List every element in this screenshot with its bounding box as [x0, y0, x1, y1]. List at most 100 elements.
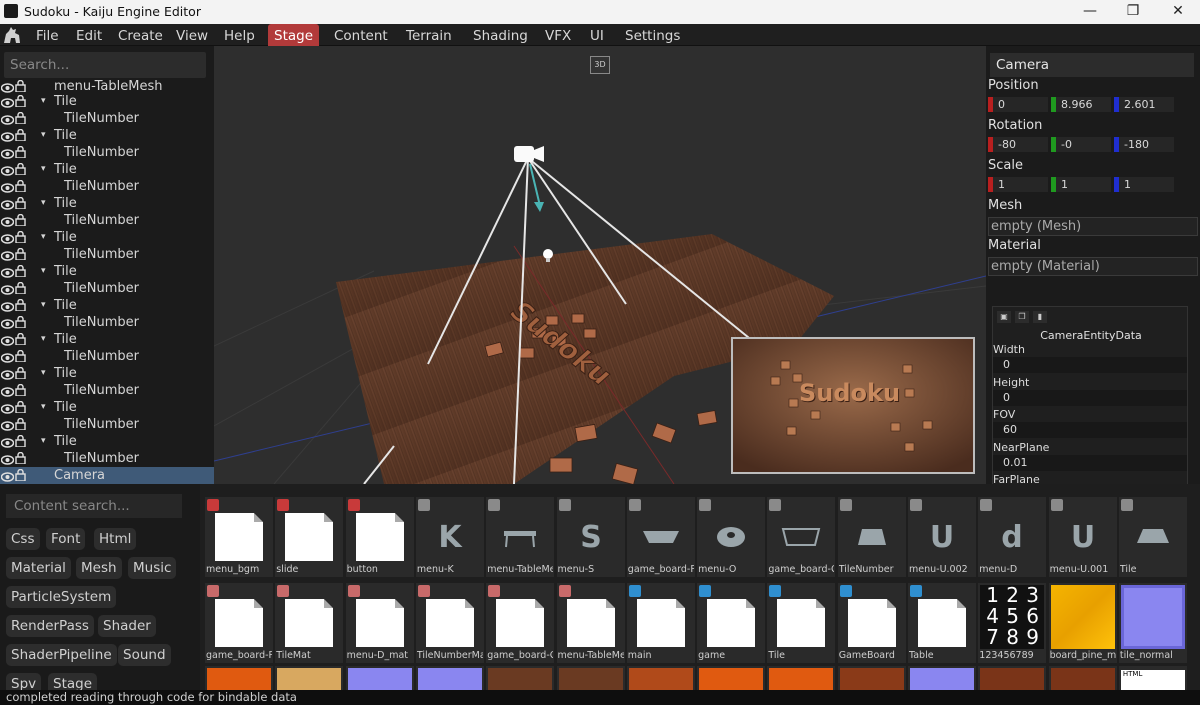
tag-shader[interactable]: Shader [98, 615, 156, 637]
asset-tile[interactable]: menu-O [697, 497, 766, 577]
asset-tile[interactable]: button [345, 497, 414, 577]
lock-icon[interactable] [15, 230, 26, 244]
field-value-height[interactable]: 0 [993, 389, 1187, 406]
asset-tile[interactable]: Tile [767, 583, 836, 663]
asset-tile[interactable] [275, 666, 344, 690]
eye-icon[interactable] [0, 215, 15, 227]
position-x-field[interactable]: 0 [988, 97, 1048, 112]
hierarchy-item[interactable]: ▾ Tile [0, 331, 214, 348]
maximize-button[interactable]: ❐ [1113, 0, 1153, 24]
field-value-width[interactable]: 0 [993, 357, 1187, 373]
tag-music[interactable]: Music [128, 557, 177, 579]
expand-arrow-icon[interactable]: ▾ [41, 297, 46, 314]
asset-tile[interactable] [205, 666, 273, 690]
asset-tile[interactable]: slide [275, 497, 344, 577]
hierarchy-item[interactable]: ▾ Tile [0, 297, 214, 314]
menu-item-stage[interactable]: Stage [268, 24, 320, 46]
lock-icon[interactable] [15, 400, 26, 414]
tag-font[interactable]: Font [46, 528, 86, 550]
hierarchy-item[interactable]: TileNumber [0, 110, 214, 127]
lock-icon[interactable] [15, 179, 26, 193]
menu-item-create[interactable]: Create [112, 24, 169, 46]
tag-sound[interactable]: Sound [118, 644, 171, 666]
expand-arrow-icon[interactable]: ▾ [41, 263, 46, 280]
hierarchy-item[interactable]: TileNumber [0, 416, 214, 433]
expand-arrow-icon[interactable]: ▾ [41, 161, 46, 178]
expand-arrow-icon[interactable]: ▾ [41, 93, 46, 110]
tag-spv[interactable]: Spv [6, 673, 42, 690]
hierarchy-item[interactable]: ▾ Tile [0, 433, 214, 450]
rotation-y-field[interactable]: -0 [1051, 137, 1111, 152]
asset-tile[interactable]: tile_normal [1118, 583, 1187, 663]
asset-tile[interactable] [978, 666, 1047, 690]
menu-item-ui[interactable]: UI [584, 24, 610, 46]
eye-icon[interactable] [0, 453, 15, 465]
hierarchy-item[interactable]: ▾ Tile [0, 263, 214, 280]
eye-icon[interactable] [0, 385, 15, 397]
expand-arrow-icon[interactable]: ▾ [41, 229, 46, 246]
asset-tile[interactable] [415, 666, 484, 690]
eye-icon[interactable] [0, 470, 15, 482]
asset-tile[interactable]: game_board-Cu [767, 497, 836, 577]
expand-arrow-icon[interactable]: ▾ [41, 127, 46, 144]
expand-arrow-icon[interactable]: ▾ [41, 195, 46, 212]
eye-icon[interactable] [0, 368, 15, 380]
asset-tile[interactable] [1048, 666, 1117, 690]
asset-tile[interactable]: menu-D_mat [345, 583, 414, 663]
eye-icon[interactable] [0, 300, 15, 312]
hierarchy-item[interactable]: ▾ Tile [0, 127, 214, 144]
field-value-nearplane[interactable]: 0.01 [993, 454, 1187, 471]
lock-icon[interactable] [15, 79, 26, 93]
eye-icon[interactable] [0, 283, 15, 295]
expand-arrow-icon[interactable]: ▾ [41, 365, 46, 382]
hierarchy-item[interactable]: ▾ Tile [0, 399, 214, 416]
hierarchy-item[interactable]: TileNumber [0, 314, 214, 331]
asset-tile[interactable]: Tile [1118, 497, 1187, 577]
menu-item-vfx[interactable]: VFX [539, 24, 577, 46]
hierarchy-item[interactable]: TileNumber [0, 382, 214, 399]
menu-item-edit[interactable]: Edit [70, 24, 108, 46]
lock-icon[interactable] [15, 298, 26, 312]
menu-item-shading[interactable]: Shading [467, 24, 534, 46]
asset-tile[interactable] [626, 666, 695, 690]
eye-icon[interactable] [0, 81, 15, 93]
eye-icon[interactable] [0, 419, 15, 431]
asset-tile[interactable]: Smenu-S [556, 497, 625, 577]
expand-arrow-icon[interactable]: ▾ [41, 399, 46, 416]
lock-icon[interactable] [15, 111, 26, 125]
menu-item-settings[interactable]: Settings [619, 24, 686, 46]
lock-icon[interactable] [15, 162, 26, 176]
position-z-field[interactable]: 2.601 [1114, 97, 1174, 112]
eye-icon[interactable] [0, 402, 15, 414]
hierarchy-item[interactable]: TileNumber [0, 280, 214, 297]
asset-tile[interactable]: HTML [1118, 666, 1187, 690]
eye-icon[interactable] [0, 317, 15, 329]
menu-item-help[interactable]: Help [218, 24, 261, 46]
lock-icon[interactable] [15, 128, 26, 142]
eye-icon[interactable] [0, 436, 15, 448]
asset-tile[interactable]: Kmenu-K [415, 497, 484, 577]
hierarchy-item[interactable]: ▾ Tile [0, 365, 214, 382]
asset-tile[interactable] [486, 666, 555, 690]
asset-tile[interactable]: board_pine_me [1048, 583, 1117, 663]
asset-tile[interactable]: menu_bgm [205, 497, 273, 577]
tag-renderpass[interactable]: RenderPass [6, 615, 94, 637]
lock-icon[interactable] [15, 366, 26, 380]
menu-item-view[interactable]: View [170, 24, 214, 46]
eye-icon[interactable] [0, 249, 15, 261]
asset-tile[interactable]: Umenu-U.001 [1048, 497, 1117, 577]
scale-x-field[interactable]: 1 [988, 177, 1048, 192]
lock-icon[interactable] [15, 94, 26, 108]
eye-icon[interactable] [0, 266, 15, 278]
rotation-z-field[interactable]: -180 [1114, 137, 1174, 152]
material-field[interactable]: empty (Material) [988, 257, 1198, 276]
camera-gizmo-icon[interactable] [514, 146, 544, 162]
asset-tile[interactable]: main [626, 583, 695, 663]
field-value-fov[interactable]: 60 [993, 422, 1187, 438]
lock-icon[interactable] [15, 468, 26, 482]
scale-z-field[interactable]: 1 [1114, 177, 1174, 192]
content-search-input[interactable]: Content search... [6, 494, 182, 518]
lock-icon[interactable] [15, 332, 26, 346]
asset-tile[interactable]: d menu-D [978, 497, 1047, 577]
hierarchy-item[interactable]: TileNumber [0, 246, 214, 263]
